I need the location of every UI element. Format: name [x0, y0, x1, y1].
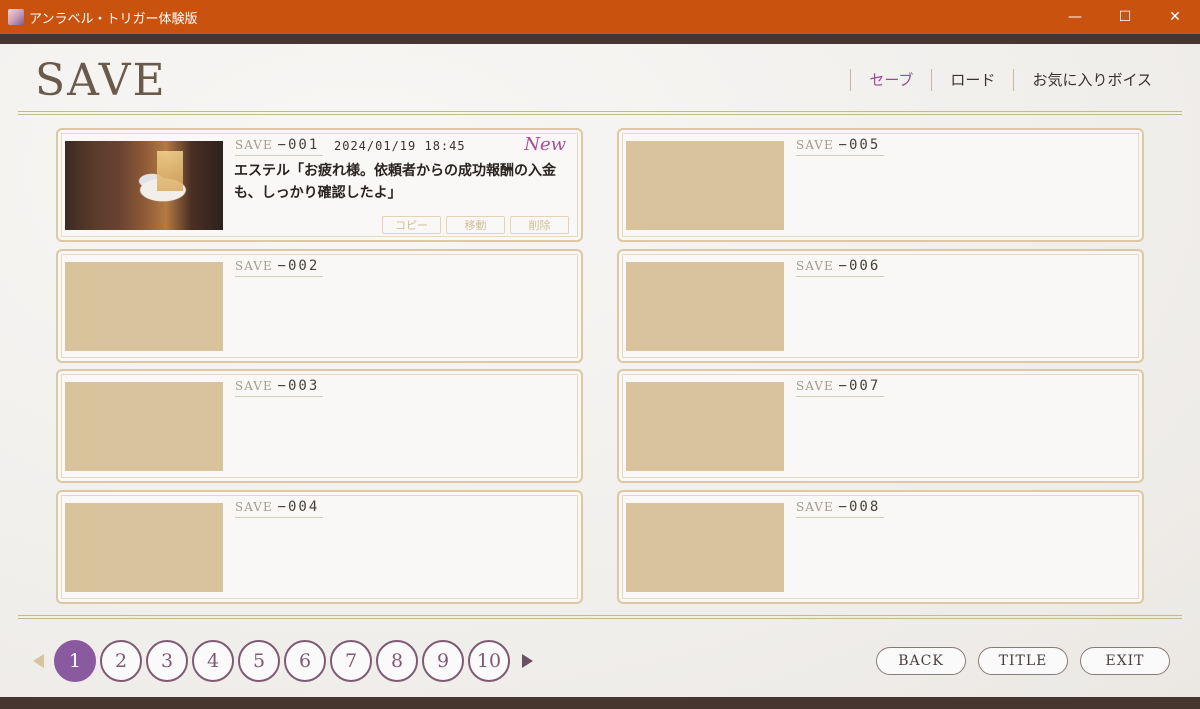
page-button-2[interactable]: 2 [100, 640, 142, 682]
slot-actions: コピー 移動 削除 [382, 216, 569, 234]
save-slot-2[interactable]: SAVE −002 [56, 249, 583, 363]
slot-label: SAVE −002 [235, 258, 324, 277]
slot-label: SAVE −008 [796, 499, 885, 518]
save-slot-4[interactable]: SAVE −004 [56, 490, 583, 604]
maximize-button[interactable]: ☐ [1100, 0, 1150, 34]
title-button[interactable]: TITLE [978, 647, 1068, 675]
window-controls: — ☐ ✕ [1050, 0, 1200, 34]
window-titlebar: アンラベル・トリガー体験版 — ☐ ✕ [0, 0, 1200, 34]
slot-thumbnail [626, 382, 784, 471]
copy-button[interactable]: コピー [382, 216, 441, 234]
slot-number: −007 [838, 378, 881, 394]
save-slot-3[interactable]: SAVE −003 [56, 369, 583, 483]
header-divider [18, 111, 1182, 115]
page-button-9[interactable]: 9 [422, 640, 464, 682]
app-icon [8, 9, 24, 25]
tab-favorite-voice[interactable]: お気に入りボイス [1014, 66, 1170, 94]
tab-load[interactable]: ロード [932, 66, 1013, 94]
page-button-10[interactable]: 10 [468, 640, 510, 682]
slot-label: SAVE −006 [796, 258, 885, 277]
page-button-8[interactable]: 8 [376, 640, 418, 682]
slot-thumbnail [626, 262, 784, 351]
slot-label: SAVE −001 [235, 137, 324, 156]
slot-thumbnail [65, 141, 223, 230]
mode-tabs: セーブ ロード お気に入りボイス [850, 66, 1170, 94]
slot-number: −005 [838, 137, 881, 153]
minimize-button[interactable]: — [1050, 0, 1100, 34]
page-button-5[interactable]: 5 [238, 640, 280, 682]
top-border [0, 34, 1200, 44]
bottom-border [0, 697, 1200, 709]
slot-thumbnail [65, 503, 223, 592]
slot-number: −006 [838, 258, 881, 274]
slot-label: SAVE −005 [796, 137, 885, 156]
prev-page-arrow-icon[interactable] [33, 654, 44, 668]
slot-number: −002 [277, 258, 320, 274]
slot-date: 2024/01/19 18:45 [334, 139, 466, 153]
slot-thumbnail [65, 262, 223, 351]
slot-thumbnail [626, 503, 784, 592]
save-slot-7[interactable]: SAVE −007 [617, 369, 1144, 483]
slot-thumbnail [65, 382, 223, 471]
close-button[interactable]: ✕ [1150, 0, 1200, 34]
next-page-arrow-icon[interactable] [522, 654, 533, 668]
slot-number: −001 [277, 137, 320, 153]
save-slot-5[interactable]: SAVE −005 [617, 128, 1144, 242]
page-button-7[interactable]: 7 [330, 640, 372, 682]
page-title: SAVE [35, 55, 167, 106]
save-slot-1[interactable]: SAVE −001 2024/01/19 18:45 New エステル「お疲れ様… [56, 128, 583, 242]
move-button[interactable]: 移動 [446, 216, 505, 234]
slot-number: −003 [277, 378, 320, 394]
slot-dialogue: エステル「お疲れ様。依頼者からの成功報酬の入金も、しっかり確認したよ」 [234, 163, 556, 201]
footer-divider [18, 615, 1182, 619]
exit-button[interactable]: EXIT [1080, 647, 1170, 675]
new-badge: New [524, 134, 566, 155]
page-button-6[interactable]: 6 [284, 640, 326, 682]
save-slot-8[interactable]: SAVE −008 [617, 490, 1144, 604]
back-button[interactable]: BACK [876, 647, 966, 675]
slot-number: −008 [838, 499, 881, 515]
page-button-3[interactable]: 3 [146, 640, 188, 682]
slot-label: SAVE −007 [796, 378, 885, 397]
delete-button[interactable]: 削除 [510, 216, 569, 234]
save-slot-6[interactable]: SAVE −006 [617, 249, 1144, 363]
slot-thumbnail [626, 141, 784, 230]
tab-save[interactable]: セーブ [851, 66, 931, 94]
page-selector: 1 2 3 4 5 6 7 8 9 10 [33, 640, 533, 682]
slot-label: SAVE −003 [235, 378, 324, 397]
page-button-4[interactable]: 4 [192, 640, 234, 682]
slot-number: −004 [277, 499, 320, 515]
footer-buttons: BACK TITLE EXIT [876, 647, 1170, 675]
window-title: アンラベル・トリガー体験版 [29, 11, 198, 27]
page-button-1[interactable]: 1 [54, 640, 96, 682]
slot-label: SAVE −004 [235, 499, 324, 518]
